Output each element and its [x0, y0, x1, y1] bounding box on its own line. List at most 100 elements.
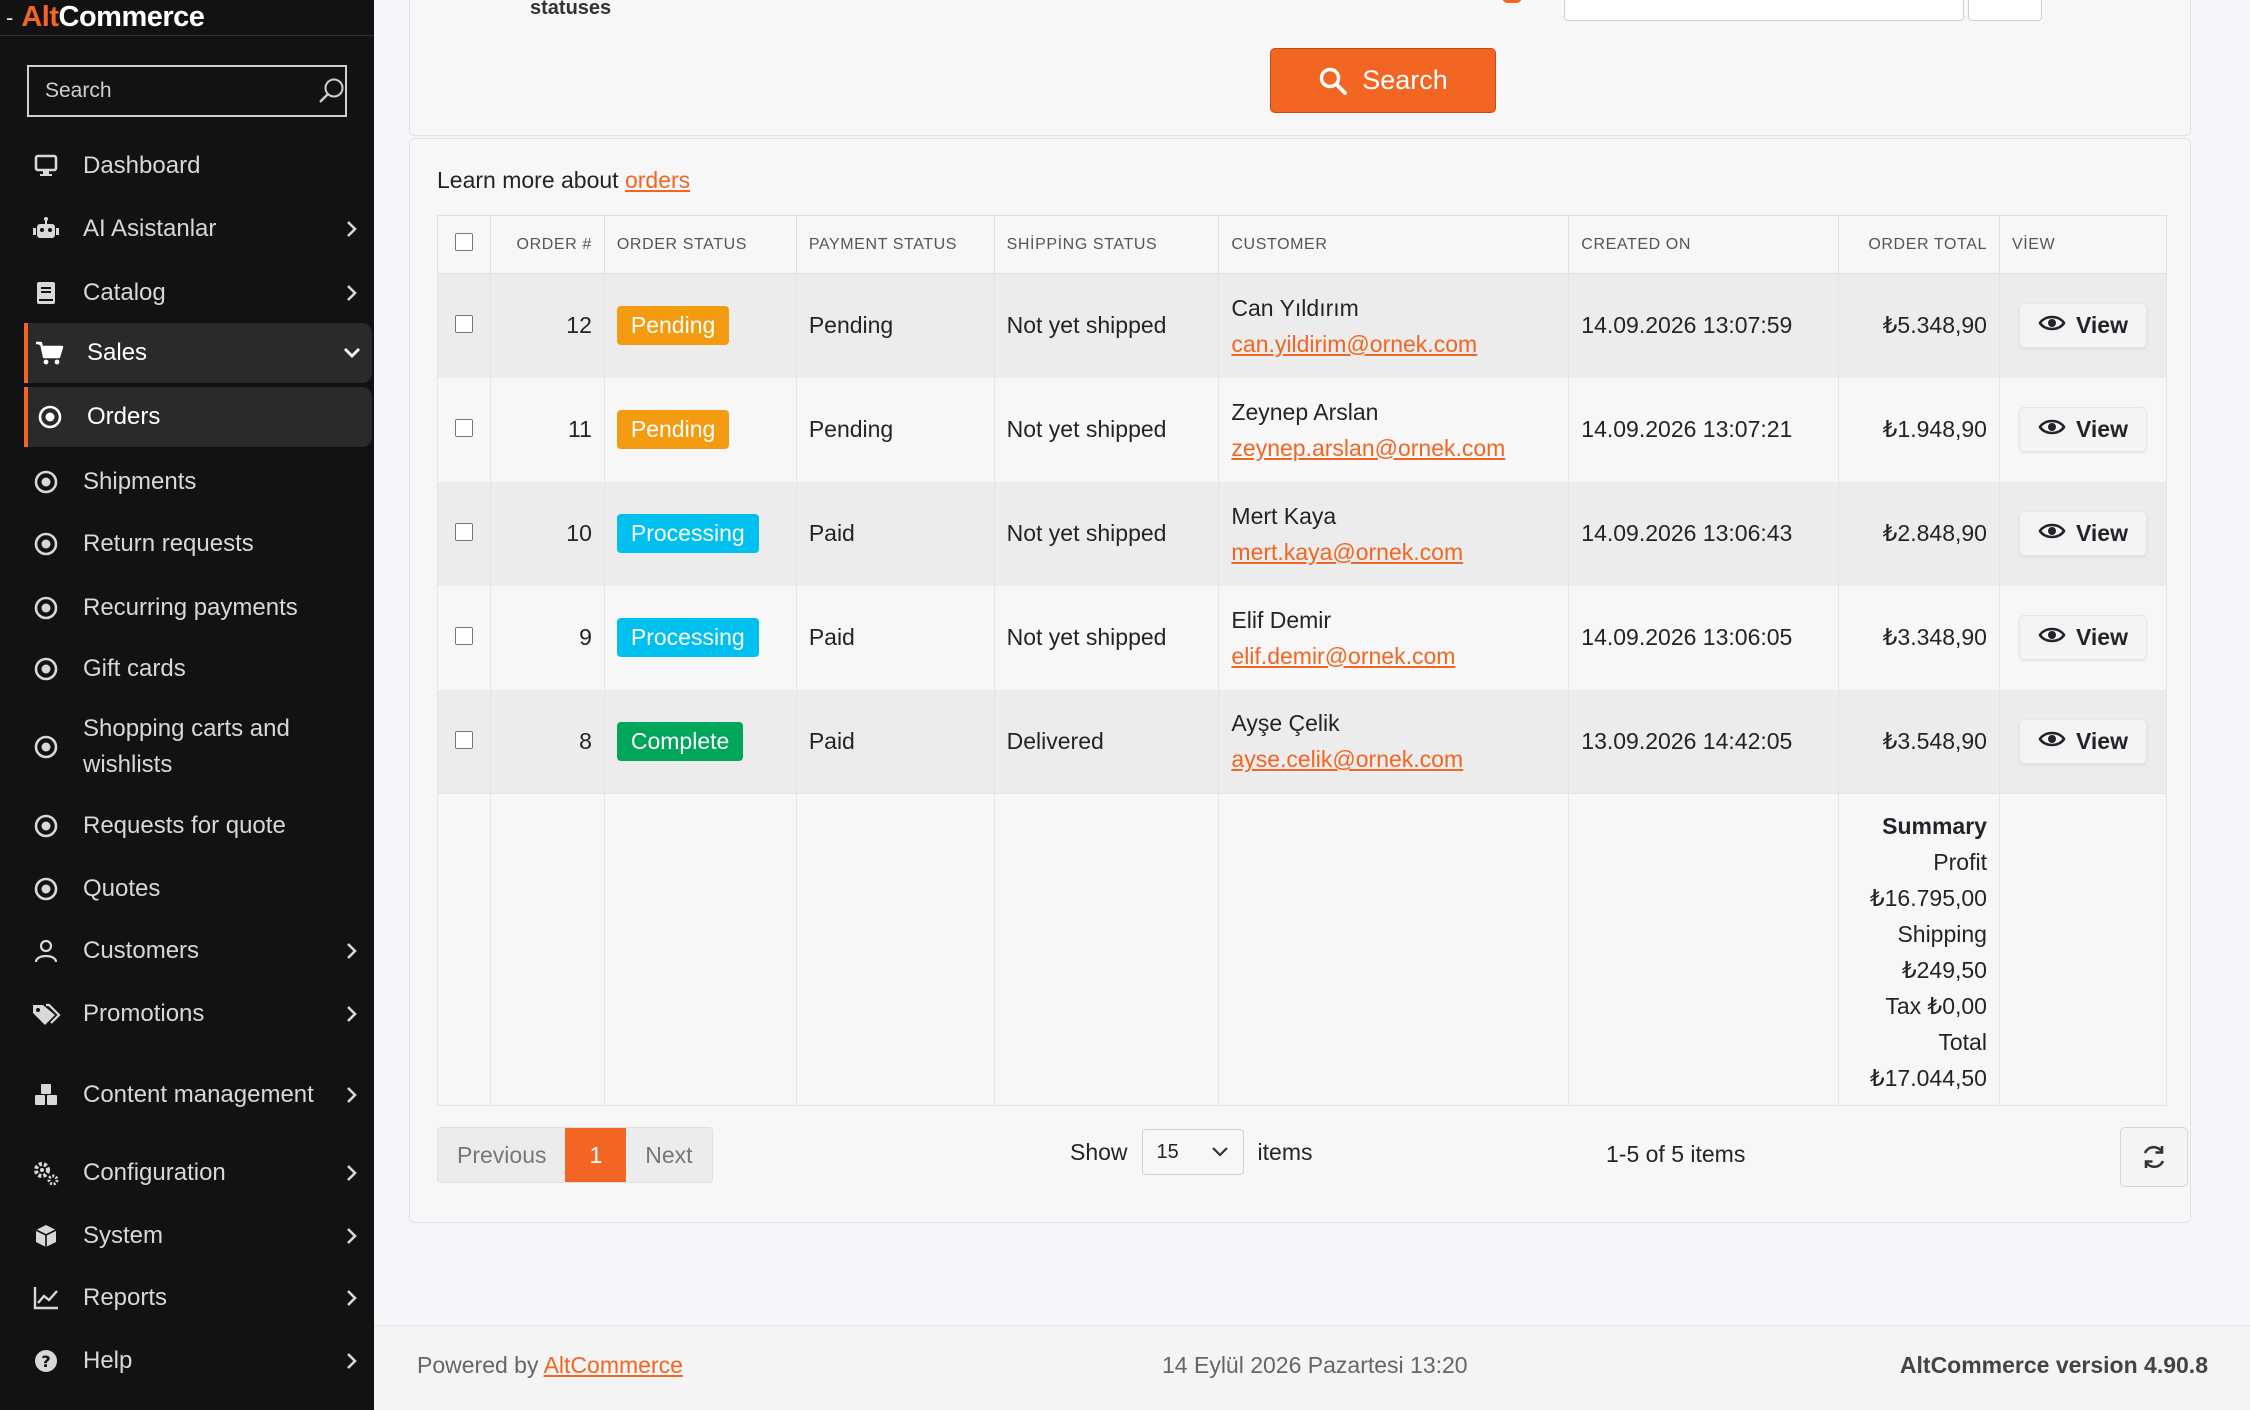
- sidebar-item-configuration[interactable]: Configuration: [24, 1150, 372, 1196]
- col-order-total[interactable]: ORDER TOTAL: [1838, 215, 2000, 274]
- sidebar-item-orders[interactable]: Orders: [24, 387, 372, 447]
- customer-cell: Ayşe Çelik ayse.celik@ornek.com: [1218, 689, 1570, 794]
- sidebar-search: [27, 65, 347, 117]
- cubes-icon: [24, 1082, 68, 1108]
- order-statuses-label: statuses: [530, 0, 612, 19]
- view-button[interactable]: View: [2018, 407, 2147, 452]
- table-row: 10 Processing Paid Not yet shipped Mert Kaya…: [437, 481, 2168, 586]
- brand-logo[interactable]: - Alt Commerce: [0, 0, 374, 36]
- sidebar-item-label: Help: [83, 1347, 133, 1374]
- order-number: 8: [489, 689, 605, 794]
- sidebar-item-label: Shopping carts and wishlists: [83, 715, 290, 778]
- circle-dot-icon: [24, 734, 68, 760]
- view-button[interactable]: View: [2018, 511, 2147, 556]
- row-select-cell: [437, 273, 491, 378]
- refresh-icon: [2143, 1145, 2165, 1169]
- show-label: Show: [1070, 1138, 1128, 1165]
- view-button[interactable]: View: [2018, 303, 2147, 349]
- status-badge: Complete: [616, 721, 744, 761]
- orders-table: ORDER # ORDER STATUS PAYMENT STATUS SHİP…: [437, 215, 2168, 1106]
- search-icon[interactable]: [316, 67, 346, 115]
- sidebar-item-sales[interactable]: Sales: [24, 323, 372, 383]
- sidebar-item-label: Requests for quote: [83, 812, 286, 839]
- sidebar-item-catalog[interactable]: Catalog: [24, 270, 372, 316]
- row-checkbox[interactable]: [454, 315, 473, 334]
- sidebar-item-help[interactable]: ? Help: [24, 1338, 372, 1384]
- col-order-number[interactable]: ORDER #: [489, 215, 605, 274]
- view-cell: View: [1998, 481, 2168, 586]
- row-checkbox[interactable]: [454, 730, 473, 749]
- view-button[interactable]: View: [2018, 615, 2147, 660]
- page-size-value: 15: [1156, 1140, 1179, 1163]
- search-button-label: Search: [1362, 65, 1448, 95]
- customer-name: Ayşe Çelik: [1231, 710, 1340, 737]
- customer-email-link[interactable]: can.yildirim@ornek.com: [1231, 326, 1556, 362]
- col-created-on[interactable]: CREATED ON: [1568, 215, 1840, 274]
- main-content: statuses Search Learn more about orders …: [374, 0, 2250, 1410]
- customer-email-link[interactable]: mert.kaya@ornek.com: [1231, 534, 1556, 570]
- sidebar-item-quotes[interactable]: Quotes: [24, 866, 372, 912]
- pager-page-1[interactable]: 1: [565, 1128, 627, 1182]
- col-order-status[interactable]: ORDER STATUS: [603, 215, 797, 274]
- order-status-cell: Pending: [603, 273, 797, 378]
- sidebar-item-ai-asistanlar[interactable]: AI Asistanlar: [24, 206, 372, 252]
- order-total: ₺3.548,90: [1838, 689, 2000, 794]
- sidebar-item-customers[interactable]: Customers: [24, 928, 372, 974]
- footer-datetime: 14 Eylül 2026 Pazartesi 13:20: [1162, 1352, 1468, 1378]
- col-customer[interactable]: CUSTOMER: [1218, 215, 1570, 274]
- page-size-select[interactable]: 15: [1141, 1129, 1244, 1175]
- learn-more-text: Learn more about: [437, 167, 625, 193]
- select-all-checkbox[interactable]: [454, 233, 473, 251]
- chevron-right-icon: [332, 219, 372, 239]
- shipping-status: Delivered: [993, 689, 1220, 794]
- customer-name: Mert Kaya: [1231, 502, 1337, 529]
- sidebar-item-recurring-payments[interactable]: Recurring payments: [24, 585, 372, 631]
- customer-email-link[interactable]: zeynep.arslan@ornek.com: [1231, 430, 1556, 466]
- col-shipping-status[interactable]: SHİPPİNG STATUS: [993, 215, 1220, 274]
- sidebar-item-label: Quotes: [83, 875, 161, 902]
- chevron-down-icon: [1211, 1147, 1228, 1157]
- summary-line: ₺17.044,50: [1870, 1065, 1987, 1091]
- page-size: Show 15 items: [1070, 1129, 1313, 1175]
- sidebar-search-input[interactable]: [29, 79, 316, 103]
- filter-button[interactable]: [1968, 0, 2042, 21]
- summary-line: Shipping: [1897, 921, 1987, 947]
- row-checkbox[interactable]: [454, 419, 473, 437]
- view-button[interactable]: View: [2018, 718, 2147, 764]
- status-badge: Pending: [616, 306, 730, 346]
- sidebar-item-requests-for-quote[interactable]: Requests for quote: [24, 803, 372, 849]
- sidebar-item-dashboard[interactable]: Dashboard: [24, 143, 372, 189]
- learn-more-link[interactable]: orders: [625, 167, 690, 193]
- customer-email-link[interactable]: elif.demir@ornek.com: [1231, 638, 1556, 674]
- pager-previous[interactable]: Previous: [438, 1128, 566, 1182]
- row-checkbox[interactable]: [454, 627, 473, 645]
- summary-line: ₺16.795,00: [1870, 885, 1987, 911]
- search-button[interactable]: Search: [1270, 48, 1496, 113]
- col-payment-status[interactable]: PAYMENT STATUS: [795, 215, 995, 274]
- sidebar-item-reports[interactable]: Reports: [24, 1275, 372, 1321]
- robot-icon: [24, 216, 68, 242]
- customer-email-link[interactable]: ayse.celik@ornek.com: [1231, 741, 1556, 777]
- sidebar-item-shipments[interactable]: Shipments: [24, 459, 372, 505]
- row-checkbox[interactable]: [454, 523, 473, 541]
- pager-next[interactable]: Next: [626, 1128, 712, 1182]
- gears-icon: [24, 1159, 68, 1187]
- order-status-cell: Processing: [603, 481, 797, 586]
- sidebar-item-system[interactable]: System: [24, 1213, 372, 1259]
- summary-line: ₺249,50: [1901, 957, 1987, 983]
- filter-input[interactable]: [1564, 0, 1964, 21]
- powered-by-link[interactable]: AltCommerce: [544, 1352, 683, 1378]
- summary-title: Summary: [1882, 813, 1987, 839]
- circle-dot-icon: [24, 876, 68, 902]
- sidebar-item-gift-cards[interactable]: Gift cards: [24, 646, 372, 692]
- sidebar-item-shopping-carts-and-wishlists[interactable]: Shopping carts and wishlists: [24, 706, 372, 788]
- sidebar-item-return-requests[interactable]: Return requests: [24, 521, 372, 567]
- sidebar-item-promotions[interactable]: Promotions: [24, 991, 372, 1037]
- orders-panel: Learn more about orders ORDER # ORDER ST…: [409, 138, 2191, 1223]
- brand-part-alt: Alt: [21, 1, 59, 33]
- payment-status: Paid: [795, 481, 995, 586]
- refresh-button[interactable]: [2120, 1127, 2188, 1187]
- sidebar-item-content-management[interactable]: Content management: [24, 1054, 372, 1136]
- circle-dot-icon: [24, 469, 68, 495]
- view-button-label: View: [2075, 624, 2128, 650]
